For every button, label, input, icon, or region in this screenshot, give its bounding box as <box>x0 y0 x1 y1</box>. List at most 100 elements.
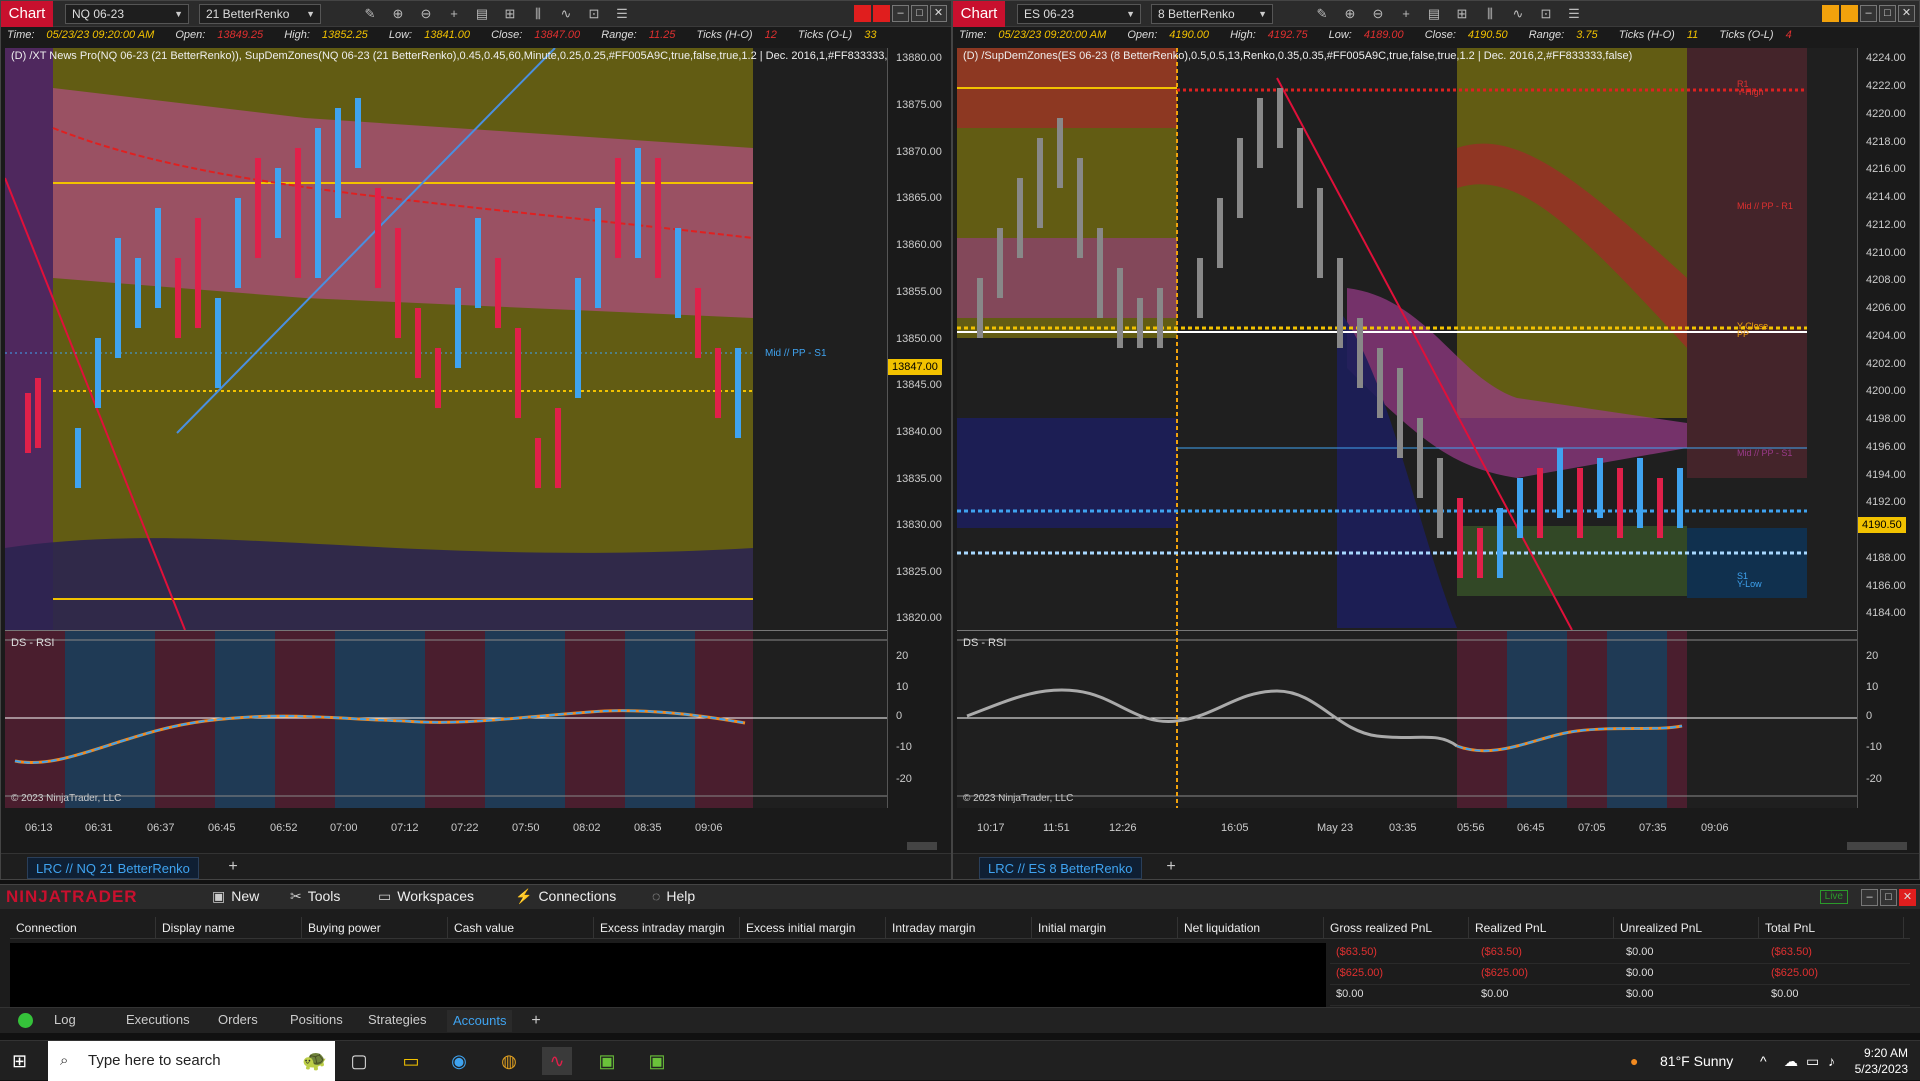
chart-menu-button[interactable]: Chart <box>1 1 53 27</box>
draw-pencil-icon[interactable]: ✎ <box>361 5 379 23</box>
instrument-selector[interactable]: NQ 06-23 ▼ <box>65 4 189 24</box>
data-box-icon[interactable]: ☰ <box>613 5 631 23</box>
column-header[interactable]: Intraday margin <box>886 917 1032 938</box>
menu-connections[interactable]: ⚡ Connections <box>515 888 616 905</box>
add-tab-icon[interactable]: + <box>526 1011 546 1031</box>
menu-help[interactable]: ◌ Help <box>652 888 695 904</box>
zoom-in-icon[interactable]: ⊕ <box>389 5 407 23</box>
tab-strategies[interactable]: Strategies <box>368 1012 427 1027</box>
link-color-button[interactable] <box>1822 5 1839 22</box>
weather-icon[interactable]: ● <box>1630 1041 1638 1081</box>
table-row[interactable]: $0.00 $0.00 $0.00 $0.00 <box>1330 985 1910 1006</box>
task-view-icon[interactable]: ▢ <box>344 1047 374 1075</box>
column-header[interactable]: Initial margin <box>1032 917 1178 938</box>
templates-icon[interactable]: ⊞ <box>1453 5 1471 23</box>
column-header[interactable]: Unrealized PnL <box>1614 917 1759 938</box>
minimize-button[interactable]: ‒ <box>892 5 909 22</box>
instrument-link-button[interactable] <box>1841 5 1858 22</box>
link-color-button[interactable] <box>854 5 871 22</box>
column-header[interactable]: Total PnL <box>1759 917 1904 938</box>
bar-type-selector[interactable]: 21 BetterRenko ▼ <box>199 4 321 24</box>
chart-style-icon[interactable]: ⫼ <box>1481 5 1499 23</box>
tab-executions[interactable]: Executions <box>126 1012 190 1027</box>
close-button[interactable]: ✕ <box>930 5 947 22</box>
tab-positions[interactable]: Positions <box>290 1012 343 1027</box>
price-tick: 13845.00 <box>896 379 942 391</box>
tab-accounts[interactable]: Accounts <box>447 1010 513 1032</box>
column-header[interactable]: Realized PnL <box>1469 917 1614 938</box>
file-explorer-icon[interactable]: ▭ <box>396 1047 426 1075</box>
column-header[interactable]: Buying power <box>302 917 448 938</box>
zoom-out-icon[interactable]: ⊖ <box>417 5 435 23</box>
price-axis[interactable]: 4224.00 4222.00 4220.00 4218.00 4216.00 … <box>1857 48 1915 630</box>
menu-tools[interactable]: ✂ Tools <box>290 888 340 905</box>
close-button[interactable]: ✕ <box>1898 5 1915 22</box>
zoom-out-icon[interactable]: ⊖ <box>1369 5 1387 23</box>
table-row[interactable]: ($63.50) ($63.50) $0.00 ($63.50) <box>1330 943 1910 964</box>
app-icon-green-1[interactable]: ▣ <box>592 1047 622 1075</box>
add-tab-icon[interactable]: + <box>1161 857 1181 877</box>
network-icon[interactable]: ☁ <box>1784 1041 1798 1081</box>
volume-icon[interactable]: ♪ <box>1828 1041 1835 1081</box>
minimize-button[interactable]: ‒ <box>1860 5 1877 22</box>
add-tab-icon[interactable]: + <box>223 857 243 877</box>
column-header[interactable]: Excess intraday margin <box>594 917 740 938</box>
horizontal-scrollbar[interactable] <box>957 840 1915 852</box>
menu-workspaces[interactable]: ▭ Workspaces <box>378 888 474 905</box>
zoom-in-icon[interactable]: ⊕ <box>1341 5 1359 23</box>
tray-chevron-icon[interactable]: ^ <box>1760 1041 1767 1081</box>
windows-start-icon[interactable]: ⊞ <box>12 1051 32 1071</box>
scroll-thumb[interactable] <box>1847 842 1907 850</box>
scroll-thumb[interactable] <box>907 842 937 850</box>
price-axis[interactable]: 13880.00 13875.00 13870.00 13865.00 1386… <box>887 48 945 630</box>
strategies-icon[interactable]: ⊡ <box>1537 5 1555 23</box>
column-header[interactable]: Net liquidation <box>1178 917 1324 938</box>
column-header[interactable]: Excess initial margin <box>740 917 886 938</box>
minimize-button[interactable]: ‒ <box>1861 889 1878 906</box>
crosshair-icon[interactable]: + <box>1397 5 1415 23</box>
table-row[interactable]: ($625.00) ($625.00) $0.00 ($625.00) <box>1330 964 1910 985</box>
oscillator-axis[interactable]: 20 10 0 -10 -20 <box>1857 630 1915 808</box>
indicators-icon[interactable]: ∿ <box>1509 5 1527 23</box>
crosshair-icon[interactable]: + <box>445 5 463 23</box>
oscillator-axis[interactable]: 20 10 0 -10 -20 <box>887 630 945 808</box>
edge-icon[interactable]: ◉ <box>444 1047 474 1075</box>
strategies-icon[interactable]: ⊡ <box>585 5 603 23</box>
column-header[interactable]: Display name <box>156 917 302 938</box>
indicators-icon[interactable]: ∿ <box>557 5 575 23</box>
chart-tab-nq[interactable]: LRC // NQ 21 BetterRenko <box>27 857 199 879</box>
chart-style-icon[interactable]: ⫼ <box>529 5 547 23</box>
oscillator-panel[interactable]: DS - RSI © 2023 NinjaTrader, LLC <box>957 630 1857 808</box>
chrome-icon[interactable]: ◍ <box>494 1047 524 1075</box>
properties-icon[interactable]: ▤ <box>473 5 491 23</box>
price-panel[interactable] <box>957 48 1857 630</box>
horizontal-scrollbar[interactable] <box>5 840 945 852</box>
maximize-button[interactable]: □ <box>1880 889 1897 906</box>
instrument-link-button[interactable] <box>873 5 890 22</box>
ninjatrader-taskbar-icon[interactable]: ∿ <box>542 1047 572 1075</box>
instrument-selector[interactable]: ES 06-23 ▼ <box>1017 4 1141 24</box>
maximize-button[interactable]: □ <box>1879 5 1896 22</box>
tab-log[interactable]: Log <box>54 1012 76 1027</box>
column-header[interactable]: Connection <box>10 917 156 938</box>
weather-text[interactable]: 81°F Sunny <box>1660 1041 1733 1081</box>
price-panel[interactable] <box>5 48 887 630</box>
column-header[interactable]: Cash value <box>448 917 594 938</box>
data-box-icon[interactable]: ☰ <box>1565 5 1583 23</box>
close-button[interactable]: ✕ <box>1899 889 1916 906</box>
templates-icon[interactable]: ⊞ <box>501 5 519 23</box>
maximize-button[interactable]: □ <box>911 5 928 22</box>
menu-new[interactable]: ▣ New <box>212 888 259 905</box>
taskbar-search-input[interactable]: ⌕ Type here to search 🐢 <box>48 1041 335 1081</box>
column-header[interactable]: Gross realized PnL <box>1324 917 1469 938</box>
taskbar-clock[interactable]: 9:20 AM 5/23/2023 <box>1855 1045 1908 1077</box>
tab-orders[interactable]: Orders <box>218 1012 258 1027</box>
bar-type-selector[interactable]: 8 BetterRenko ▼ <box>1151 4 1273 24</box>
chart-menu-button[interactable]: Chart <box>953 1 1005 27</box>
oscillator-panel[interactable]: DS - RSI © 2023 NinjaTrader, LLC <box>5 630 887 808</box>
properties-icon[interactable]: ▤ <box>1425 5 1443 23</box>
display-icon[interactable]: ▭ <box>1806 1041 1819 1081</box>
app-icon-green-2[interactable]: ▣ <box>642 1047 672 1075</box>
chart-tab-es[interactable]: LRC // ES 8 BetterRenko <box>979 857 1142 879</box>
draw-pencil-icon[interactable]: ✎ <box>1313 5 1331 23</box>
